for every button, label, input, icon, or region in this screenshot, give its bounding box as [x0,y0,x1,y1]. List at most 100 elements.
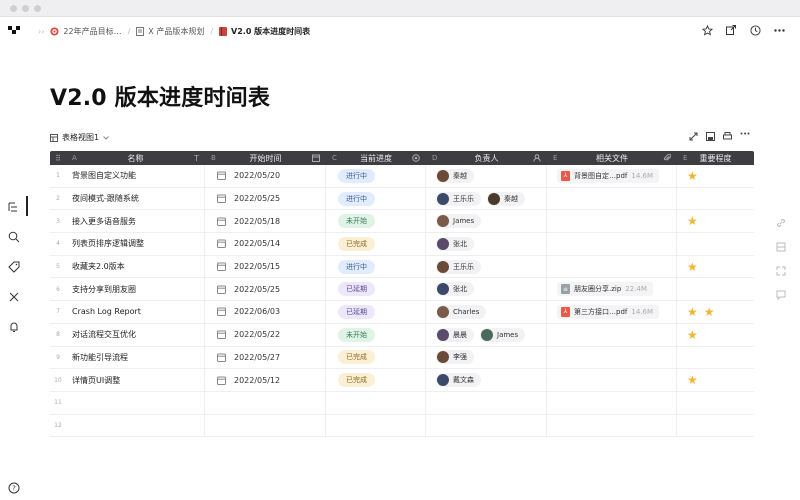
table-row[interactable]: 3 接入更多语音服务 2022/05/18 未开始 James ★ [50,210,754,234]
comment-icon[interactable] [776,290,786,300]
breadcrumb-item-plan[interactable]: X 产品版本规划 [136,26,204,37]
breadcrumb-item-current[interactable]: V2.0 版本进度时间表 [219,26,310,37]
view-tab-table[interactable]: 表格视图1 [50,132,109,143]
outline-icon[interactable] [8,201,20,213]
cell-files[interactable] [547,233,677,255]
owner-chip[interactable]: James [436,214,482,229]
fullscreen-icon[interactable] [689,132,698,141]
search-icon[interactable] [8,231,20,243]
cell-importance[interactable] [677,415,754,437]
cell-owner[interactable]: 秦越 [426,165,547,187]
cell-owner[interactable]: 李强 [426,346,547,369]
cell-importance[interactable] [677,188,754,210]
cell-files[interactable]: ≡ 朋友圈分享.zip 22.4M [547,278,677,301]
header-importance[interactable]: E 重要程度 [677,151,754,165]
cell-files[interactable] [547,187,677,210]
cell-owner[interactable] [426,391,547,414]
cell-importance[interactable] [677,278,754,300]
cell-owner[interactable]: Charles [426,301,547,323]
cell-progress[interactable]: 未开始 [326,323,426,346]
cell-files[interactable] [547,391,677,414]
cell-files[interactable] [547,210,677,233]
cell-progress[interactable]: 已完成 [326,346,426,369]
cell-start-date[interactable] [205,414,326,437]
cell-progress[interactable]: 已延期 [326,301,426,323]
cell-files[interactable]: ⅄ 第三方接口…pdf 14.6M [547,301,677,323]
file-chip[interactable]: ⅄ 背景图自定…pdf 14.6M [557,168,659,183]
table-row[interactable]: 4 列表页排序逻辑调整 2022/05/14 已完成 张北 [50,233,754,256]
owner-chip[interactable]: James [480,327,526,342]
header-owner[interactable]: D 负责人 [426,151,547,165]
table-row[interactable]: 10 详情页UI调整 2022/05/12 已完成 戴文森 ★ [50,369,754,392]
cell-name[interactable]: 收藏夹2.0版本 [66,255,205,278]
header-progress[interactable]: C 当前进度 [326,151,426,165]
cell-progress[interactable]: 已完成 [326,369,426,391]
cell-progress[interactable]: 已延期 [326,278,426,301]
table-row[interactable]: 5 收藏夹2.0版本 2022/05/15 进行中 王乐乐 ★ [50,255,754,279]
owner-chip[interactable]: 张北 [436,236,474,251]
cell-progress[interactable] [326,414,426,437]
cell-progress[interactable]: 进行中 [326,255,426,278]
help-icon[interactable]: ? [8,482,20,494]
header-start-date[interactable]: B 开始时间 [205,151,326,165]
cell-start-date[interactable]: 2022/05/14 [205,233,326,255]
expand-icon[interactable] [776,266,786,276]
owner-chip[interactable]: 戴文森 [436,373,481,388]
owner-chip[interactable]: 王乐乐 [436,259,481,274]
cell-start-date[interactable]: 2022/05/15 [205,255,326,278]
save-icon[interactable] [706,132,715,141]
cell-start-date[interactable] [205,391,326,414]
minimize-dot[interactable] [22,5,29,12]
owner-chip[interactable]: Charles [436,304,487,319]
file-chip[interactable]: ≡ 朋友圈分享.zip 22.4M [557,282,653,297]
expand-chevrons-icon[interactable]: ›› [38,27,44,36]
table-row[interactable]: 12 [50,414,754,438]
cell-name[interactable] [66,391,205,414]
cell-files[interactable] [547,255,677,278]
cell-owner[interactable]: 晨晨 James [426,323,547,346]
table-row[interactable]: 9 新功能引导流程 2022/05/27 已完成 李强 [50,346,754,370]
owner-chip[interactable]: 李强 [436,350,474,365]
tools-icon[interactable] [8,291,20,303]
table-row[interactable]: 6 支持分享到朋友圈 2022/05/25 已延期 张北 ≡ 朋友圈分享.zip 22.4M [50,278,754,302]
cell-owner[interactable]: James [426,210,547,233]
cell-start-date[interactable]: 2022/05/25 [205,187,326,210]
cell-start-date[interactable]: 2022/05/12 [205,369,326,391]
cell-importance[interactable]: ★ [677,324,754,346]
grid-icon[interactable] [776,242,786,252]
cell-name[interactable]: 详情页UI调整 [66,369,205,391]
cell-owner[interactable]: 张北 [426,278,547,301]
cell-owner[interactable] [426,414,547,437]
cell-files[interactable] [547,414,677,437]
cell-importance[interactable]: ★ ★ [677,301,754,323]
more-icon[interactable] [772,23,786,37]
table-row[interactable]: 2 夜间模式-跟随系统 2022/05/25 进行中 王乐乐 秦越 [50,187,754,211]
share-icon[interactable] [724,23,738,37]
cell-name[interactable]: 新功能引导流程 [66,346,205,369]
cell-files[interactable]: ⅄ 背景图自定…pdf 14.6M [547,165,677,187]
cell-start-date[interactable]: 2022/05/25 [205,278,326,301]
cell-importance[interactable]: ★ [677,165,754,187]
cell-owner[interactable]: 王乐乐 秦越 [426,187,547,210]
cell-start-date[interactable]: 2022/05/18 [205,210,326,233]
owner-chip[interactable]: 张北 [436,282,474,297]
cell-name[interactable]: 支持分享到朋友圈 [66,278,205,301]
cell-progress[interactable]: 已完成 [326,233,426,255]
header-handle[interactable]: ⠿ [50,151,66,165]
star-icon[interactable] [700,23,714,37]
cell-start-date[interactable]: 2022/05/22 [205,323,326,346]
cell-files[interactable] [547,323,677,346]
file-chip[interactable]: ⅄ 第三方接口…pdf 14.6M [557,304,659,319]
cell-name[interactable]: 背景图自定义功能 [66,165,205,187]
cell-files[interactable] [547,369,677,391]
cell-start-date[interactable]: 2022/06/03 [205,301,326,323]
table-row[interactable]: 8 对话流程交互优化 2022/05/22 未开始 晨晨 James ★ [50,323,754,347]
cell-importance[interactable] [677,233,754,255]
cell-name[interactable] [66,414,205,437]
breadcrumb-item-goals[interactable]: 22年产品目标… [50,26,122,37]
cell-importance[interactable] [677,347,754,369]
owner-chip[interactable]: 晨晨 [436,327,474,342]
table-row[interactable]: 7 Crash Log Report 2022/06/03 已延期 Charles ⅄ 第三… [50,301,754,324]
cell-owner[interactable]: 张北 [426,233,547,255]
table-row[interactable]: 11 [50,391,754,415]
